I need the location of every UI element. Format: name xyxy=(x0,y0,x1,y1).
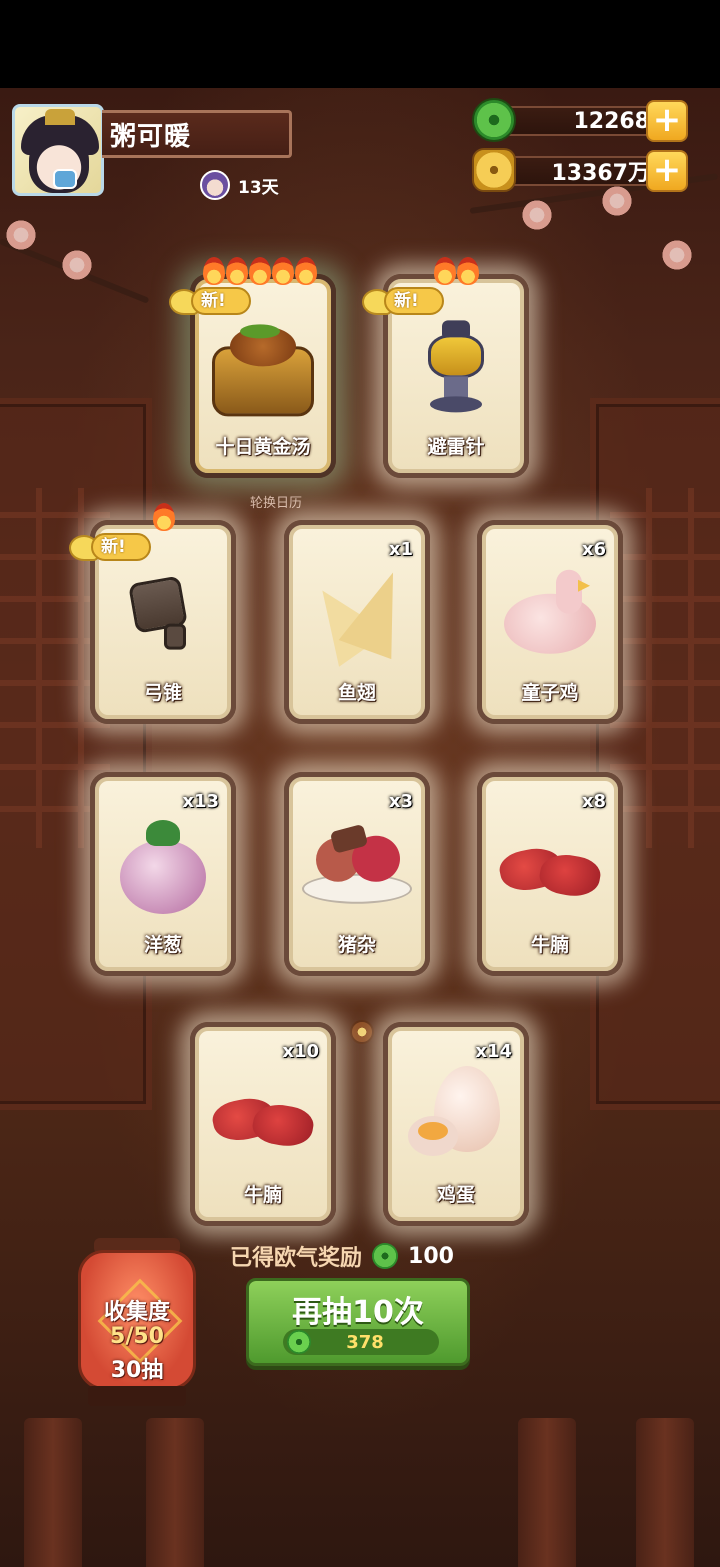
collection-title: 收集度 xyxy=(103,1300,170,1325)
add-jade-button[interactable]: + xyxy=(646,100,688,142)
card-item[interactable]: x10 牛腩 xyxy=(190,1022,336,1226)
draw-cost-value: 378 xyxy=(346,1331,384,1353)
flame-icon xyxy=(203,257,225,285)
beef-brisket-icon xyxy=(209,1083,317,1153)
railing-post xyxy=(24,1418,82,1567)
collection-progress: 5/50 xyxy=(110,1324,164,1349)
flame-icon xyxy=(226,257,248,285)
blossom-flower xyxy=(60,248,94,282)
item-count: x6 xyxy=(581,539,606,560)
flame-icon xyxy=(153,503,175,531)
jade-coin-icon xyxy=(372,1243,399,1269)
egg-icon xyxy=(408,1066,504,1166)
jade-coin-icon xyxy=(472,98,516,142)
card-label: 牛腩 xyxy=(530,934,569,956)
rarity-flames xyxy=(203,257,317,285)
flame-icon xyxy=(295,257,317,285)
bonus-label: 已得欧气奖励 xyxy=(230,1246,363,1271)
rarity-flames xyxy=(434,257,479,285)
item-count: x1 xyxy=(388,539,413,560)
card-featured-lightning-rod[interactable]: 新! 避雷针 xyxy=(362,257,529,478)
gold-currency: 13367万 + xyxy=(472,148,688,192)
item-count: x3 xyxy=(388,791,413,812)
luck-bonus: 已得欧气奖励 100 xyxy=(230,1240,454,1272)
flame-icon xyxy=(457,257,479,285)
card-label: 洋葱 xyxy=(143,934,182,956)
railing-post xyxy=(518,1418,576,1567)
collection-pulls: 30抽 xyxy=(110,1358,164,1383)
card-label: 牛腩 xyxy=(243,1184,282,1206)
card-label: 童子鸡 xyxy=(521,682,579,704)
item-count: x13 xyxy=(182,791,219,812)
card-item[interactable]: x6 童子鸡 xyxy=(477,520,623,724)
days-count: 13天 xyxy=(238,177,279,198)
jade-currency: 12268 + xyxy=(472,98,688,142)
name-plate: 粥可暖 xyxy=(102,110,292,158)
player-name: 粥可暖 xyxy=(110,121,192,152)
chicken-icon xyxy=(498,569,602,660)
lightning-rod-icon xyxy=(424,320,488,416)
bonus-value: 100 xyxy=(408,1243,454,1269)
collection-lantern-button[interactable]: 收集度 5/50 30抽 xyxy=(78,1238,196,1410)
card-item[interactable]: x14 鸡蛋 xyxy=(383,1022,529,1226)
blossom-flower xyxy=(520,198,554,232)
new-badge: 新! xyxy=(69,531,155,565)
gold-coin-icon xyxy=(472,148,516,192)
card-featured-soup[interactable]: 新! 十日黄金汤 xyxy=(169,257,336,478)
item-count: x8 xyxy=(581,791,606,812)
flame-icon xyxy=(272,257,294,285)
card-item[interactable]: x3 猪杂 xyxy=(284,772,430,976)
card-item[interactable]: x1 鱼翅 xyxy=(284,520,430,724)
flame-icon xyxy=(249,257,271,285)
jade-coin-icon xyxy=(287,1330,311,1354)
card-label: 猪杂 xyxy=(337,934,376,956)
new-badge: 新! xyxy=(362,285,448,319)
add-gold-button[interactable]: + xyxy=(646,150,688,192)
railing-post xyxy=(636,1418,694,1567)
item-count: x14 xyxy=(475,1041,512,1062)
gold-amount: 13367万 xyxy=(496,156,664,186)
railing-post xyxy=(146,1418,204,1567)
card-item[interactable]: x13 洋葱 xyxy=(90,772,236,976)
days-indicator: 13天 xyxy=(200,170,279,200)
draw-again-button[interactable]: 再抽10次 378 xyxy=(246,1278,470,1366)
card-label: 十日黄金汤 xyxy=(215,436,311,458)
jade-amount: 12268 xyxy=(496,106,664,136)
blossom-flower xyxy=(660,238,694,272)
item-count: x10 xyxy=(282,1041,319,1062)
draw-button-label: 再抽10次 xyxy=(292,1295,424,1330)
window-lattice-right xyxy=(610,488,720,848)
flame-icon xyxy=(434,257,456,285)
rotation-calendar-label[interactable]: 轮换日历 xyxy=(250,492,302,511)
mallet-icon xyxy=(128,575,198,656)
card-item[interactable]: x8 牛腩 xyxy=(477,772,623,976)
golden-soup-icon xyxy=(208,306,318,426)
card-label: 鸡蛋 xyxy=(436,1184,475,1206)
onion-icon xyxy=(118,816,208,916)
companion-avatar-icon xyxy=(200,170,230,200)
rarity-flames xyxy=(153,503,175,531)
player-avatar[interactable] xyxy=(12,104,104,196)
blossom-flower xyxy=(4,218,38,252)
pork-offal-icon xyxy=(302,822,412,912)
beef-brisket-icon xyxy=(496,833,604,903)
card-item[interactable]: 新! 弓锥 xyxy=(69,503,236,724)
card-label: 鱼翅 xyxy=(337,682,376,704)
shark-fin-icon xyxy=(297,562,420,667)
card-label: 弓锥 xyxy=(143,682,182,704)
coin-ornament-icon xyxy=(350,1020,374,1044)
card-label: 避雷针 xyxy=(427,436,485,458)
draw-cost: 378 xyxy=(283,1329,439,1355)
